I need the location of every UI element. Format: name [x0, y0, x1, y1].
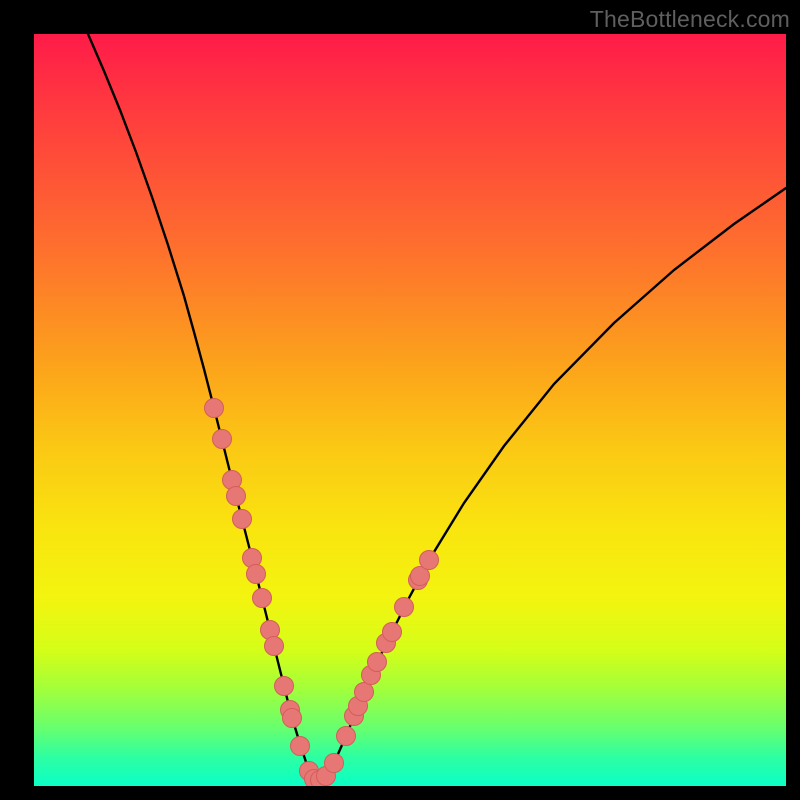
data-marker — [395, 598, 414, 617]
watermark-text: TheBottleneck.com — [590, 6, 790, 33]
data-marker — [205, 399, 224, 418]
data-marker — [213, 430, 232, 449]
data-marker — [275, 677, 294, 696]
data-marker — [227, 487, 246, 506]
chart-frame: TheBottleneck.com — [0, 0, 800, 800]
data-marker — [265, 637, 284, 656]
plot-area — [34, 34, 786, 786]
data-marker — [368, 653, 387, 672]
data-marker — [383, 623, 402, 642]
data-marker — [337, 727, 356, 746]
marker-group — [205, 399, 439, 787]
data-marker — [247, 565, 266, 584]
data-marker — [355, 683, 374, 702]
chart-svg — [34, 34, 786, 786]
data-marker — [420, 551, 439, 570]
data-marker — [233, 510, 252, 529]
data-marker — [253, 589, 272, 608]
data-marker — [283, 709, 302, 728]
data-marker — [325, 754, 344, 773]
bottleneck-curve — [88, 34, 786, 780]
data-marker — [291, 737, 310, 756]
